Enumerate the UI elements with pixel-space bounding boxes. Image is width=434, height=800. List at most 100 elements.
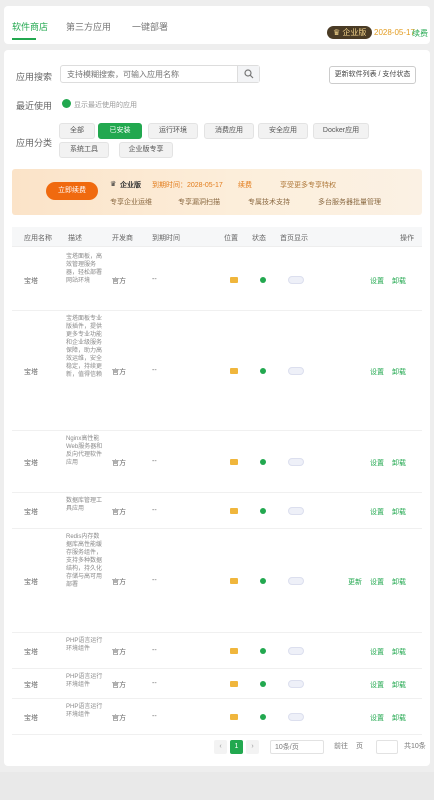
app-name[interactable]: 宝塔 <box>24 680 38 690</box>
status-running-icon[interactable] <box>260 368 266 374</box>
renew-link[interactable]: 续费 <box>412 28 428 39</box>
app-description: Nginx高性能Web服务器和反向代理软件应用 <box>66 436 103 466</box>
category-consumer[interactable]: 消费应用 <box>204 123 254 139</box>
app-developer: 官方 <box>112 460 126 467</box>
action-link[interactable]: 卸载 <box>392 713 406 723</box>
status-running-icon[interactable] <box>260 681 266 687</box>
category-system-tools[interactable]: 系统工具 <box>59 142 109 158</box>
th-actions: 操作 <box>400 235 414 242</box>
action-link[interactable]: 设置 <box>370 680 384 690</box>
action-link[interactable]: 设置 <box>370 713 384 723</box>
update-list-button[interactable]: 更新软件列表 / 支付状态 <box>329 66 416 84</box>
search-input[interactable] <box>61 66 231 82</box>
folder-icon[interactable] <box>230 459 238 465</box>
action-link[interactable]: 设置 <box>370 367 384 377</box>
search-field[interactable] <box>60 65 260 83</box>
tab-third-party[interactable]: 第三方应用 <box>66 20 111 33</box>
app-developer: 官方 <box>112 579 126 586</box>
status-running-icon[interactable] <box>260 508 266 514</box>
homepage-toggle[interactable] <box>288 647 304 655</box>
action-link[interactable]: 设置 <box>370 577 384 587</box>
page-prev[interactable]: ‹ <box>214 740 227 754</box>
category-security[interactable]: 安全应用 <box>258 123 308 139</box>
app-developer: 官方 <box>112 509 126 516</box>
page-next[interactable]: › <box>246 740 259 754</box>
action-link[interactable]: 设置 <box>370 647 384 657</box>
action-link[interactable]: 设置 <box>370 276 384 286</box>
app-description: Redis内存数据库高性能缓存服务组件，支持多种数据结构，持久化存储与高可用部署 <box>66 534 103 588</box>
table-row: 宝塔 Nginx高性能Web服务器和反向代理软件应用 官方 -- 设置 卸载 <box>12 431 422 493</box>
goto-input[interactable] <box>376 740 398 754</box>
app-name[interactable]: 宝塔 <box>24 367 38 377</box>
folder-icon[interactable] <box>230 648 238 654</box>
action-link[interactable]: 卸载 <box>392 680 406 690</box>
bottom-area <box>0 772 434 800</box>
folder-icon[interactable] <box>230 681 238 687</box>
banner-expire: 到期时间：2028-05-17 <box>152 182 223 189</box>
homepage-toggle[interactable] <box>288 367 304 375</box>
status-running-icon[interactable] <box>260 648 266 654</box>
folder-icon[interactable] <box>230 714 238 720</box>
action-link[interactable]: 卸载 <box>392 647 406 657</box>
action-link[interactable]: 卸载 <box>392 577 406 587</box>
homepage-toggle[interactable] <box>288 680 304 688</box>
action-link[interactable]: 设置 <box>370 458 384 468</box>
app-name[interactable]: 宝塔 <box>24 577 38 587</box>
folder-icon[interactable] <box>230 508 238 514</box>
app-expire: -- <box>152 276 157 283</box>
status-running-icon[interactable] <box>260 714 266 720</box>
th-expire: 到期时间 <box>152 235 180 242</box>
app-name[interactable]: 宝塔 <box>24 647 38 657</box>
crown-icon: ♛ <box>110 181 117 188</box>
crown-icon: ♛ <box>333 28 343 37</box>
category-runtime[interactable]: 运行环境 <box>148 123 198 139</box>
app-expire: -- <box>152 713 157 720</box>
status-running-icon[interactable] <box>260 277 266 283</box>
folder-icon[interactable] <box>230 368 238 374</box>
action-link[interactable]: 卸载 <box>392 458 406 468</box>
homepage-toggle[interactable] <box>288 713 304 721</box>
action-link[interactable]: 卸载 <box>392 276 406 286</box>
app-name[interactable]: 宝塔 <box>24 507 38 517</box>
main-panel: 应用搜索 更新软件列表 / 支付状态 最近使用 显示最近使用的应用 应用分类 全… <box>4 50 430 766</box>
status-running-icon[interactable] <box>260 459 266 465</box>
action-link[interactable]: 卸载 <box>392 507 406 517</box>
category-label: 应用分类 <box>16 138 53 148</box>
recent-radio[interactable] <box>62 99 71 108</box>
goto-label: 前往 <box>334 743 348 750</box>
app-developer: 官方 <box>112 715 126 722</box>
table-row: 宝塔 PHP语言运行环境组件 官方 -- 设置 卸载 <box>12 669 422 699</box>
app-name[interactable]: 宝塔 <box>24 458 38 468</box>
app-description: 数据库管理工具应用 <box>66 498 103 512</box>
folder-icon[interactable] <box>230 277 238 283</box>
page-current[interactable]: 1 <box>230 740 243 754</box>
homepage-toggle[interactable] <box>288 276 304 284</box>
category-all[interactable]: 全部 <box>59 123 95 139</box>
page-unit-label: 页 <box>356 743 363 750</box>
app-expire: -- <box>152 647 157 654</box>
tab-one-click-deploy[interactable]: 一键部署 <box>132 20 168 33</box>
app-expire: -- <box>152 577 157 584</box>
th-dev: 开发商 <box>112 235 133 242</box>
enterprise-banner: 立即续费 ♛ 企业版 到期时间：2028-05-17 续费 享受更多专享特权 专… <box>12 169 422 215</box>
action-link[interactable]: 设置 <box>370 507 384 517</box>
homepage-toggle[interactable] <box>288 507 304 515</box>
expire-date: 2028-05-17 <box>374 28 415 37</box>
category-installed[interactable]: 已安装 <box>98 123 142 139</box>
homepage-toggle[interactable] <box>288 577 304 585</box>
status-running-icon[interactable] <box>260 578 266 584</box>
banner-renew-link[interactable]: 续费 <box>238 180 252 190</box>
category-docker[interactable]: Docker应用 <box>313 123 369 139</box>
page-size-select[interactable]: 10条/页 <box>270 740 324 754</box>
app-developer: 官方 <box>112 278 126 285</box>
folder-icon[interactable] <box>230 578 238 584</box>
homepage-toggle[interactable] <box>288 458 304 466</box>
action-link[interactable]: 卸载 <box>392 367 406 377</box>
tab-software-store[interactable]: 软件商店 <box>12 20 48 33</box>
banner-renew-button[interactable]: 立即续费 <box>46 182 98 200</box>
app-name[interactable]: 宝塔 <box>24 713 38 723</box>
action-link[interactable]: 更新 <box>348 577 362 587</box>
app-name[interactable]: 宝塔 <box>24 276 38 286</box>
search-button[interactable] <box>237 66 259 82</box>
category-enterprise[interactable]: 企业版专享 <box>119 142 173 158</box>
